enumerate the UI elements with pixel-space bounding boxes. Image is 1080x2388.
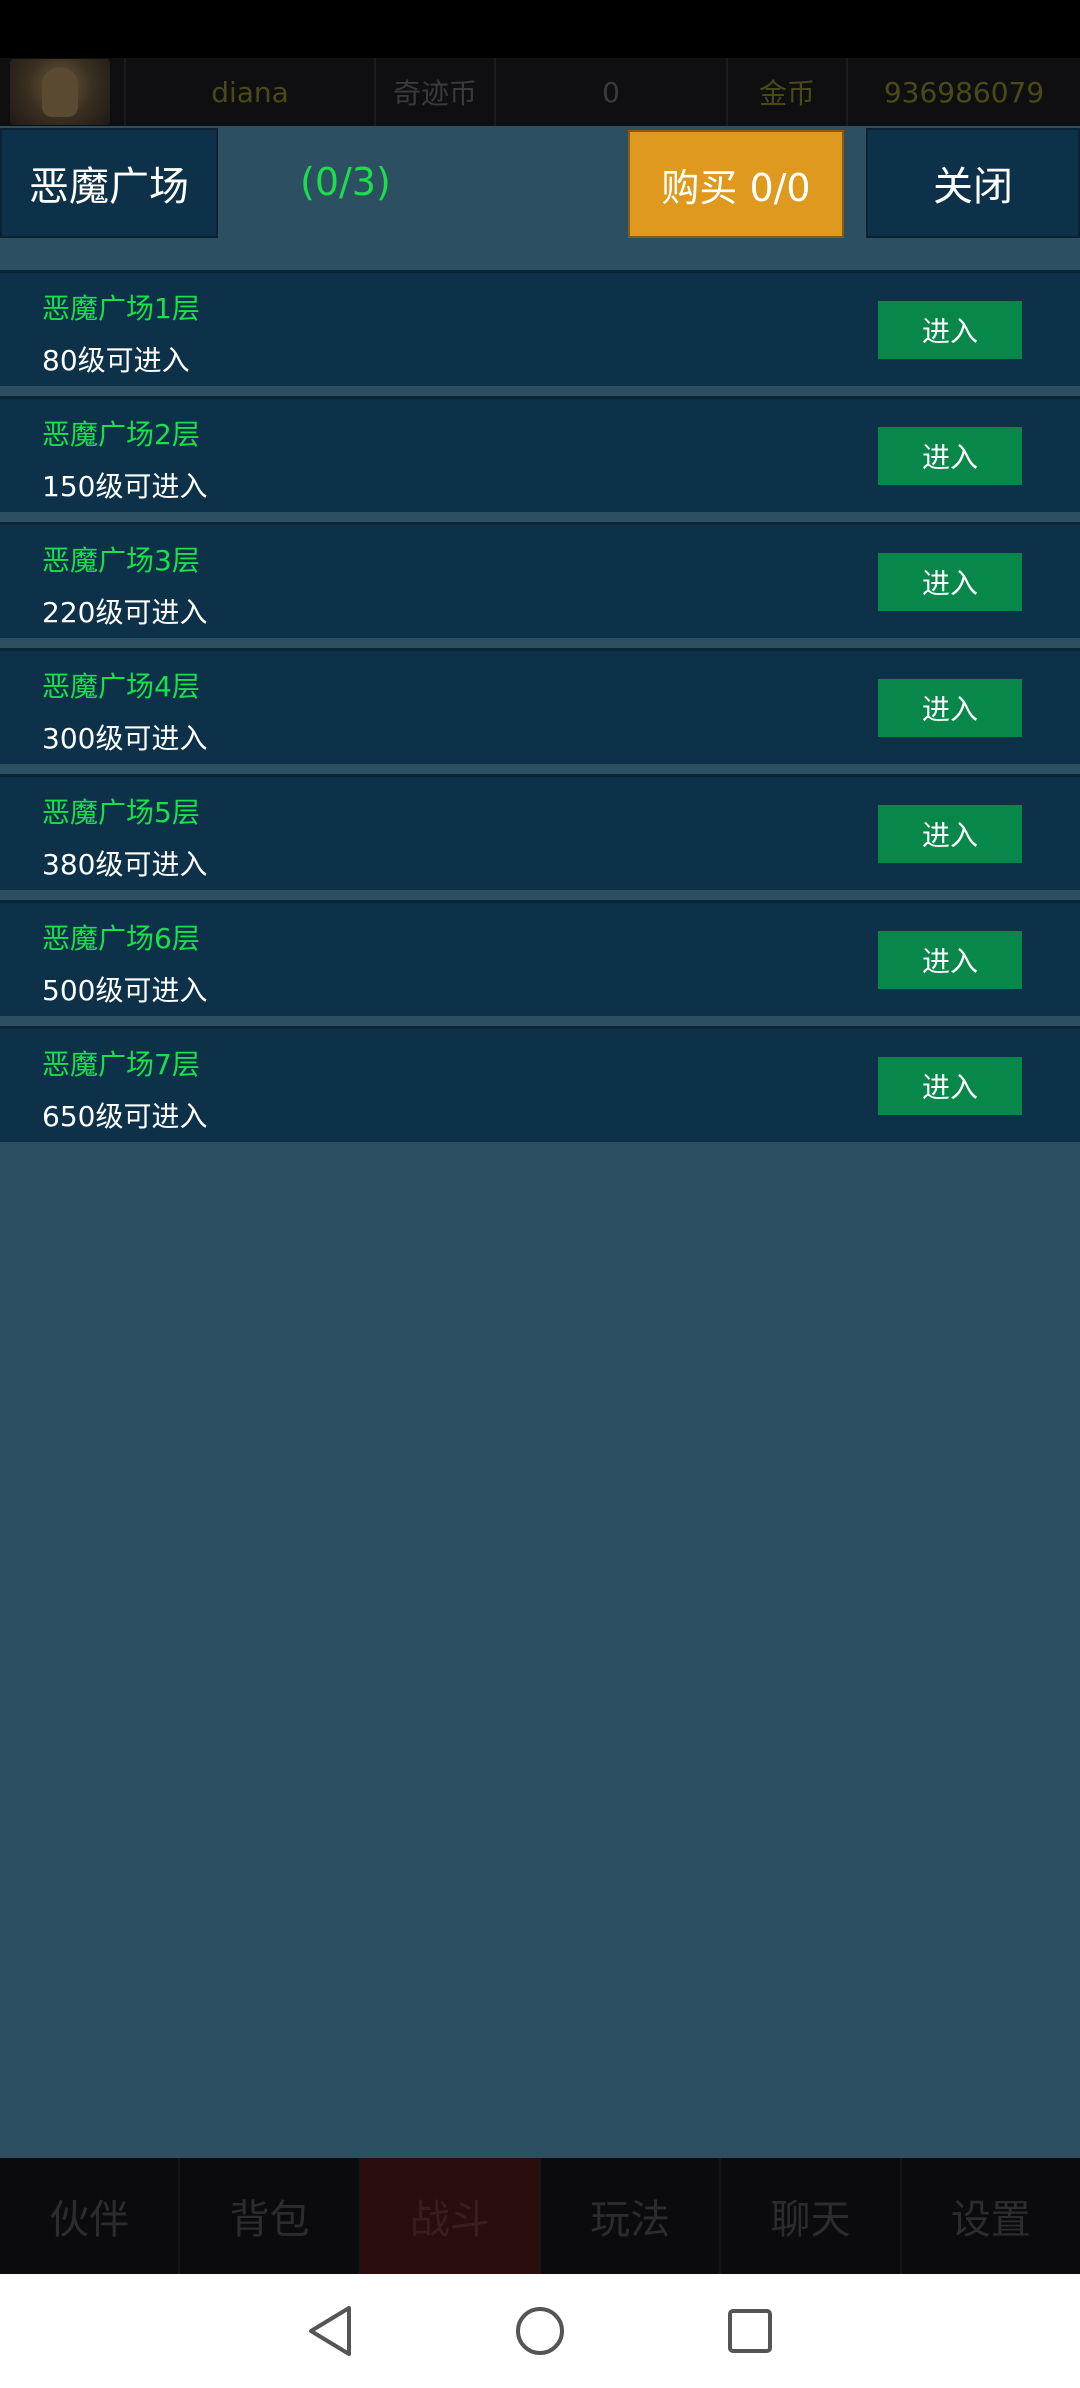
top-info-bar: diana 奇迹币 0 金币 936986079: [0, 58, 1080, 126]
demon-square-dialog: 恶魔广场 (0/3) 购买 0/0 关闭 恶魔广场1层 80级可进入 进入 恶魔…: [0, 126, 1080, 2158]
floor-row-4: 恶魔广场4层 300级可进入 进入: [0, 648, 1080, 764]
floor-requirement: 220级可进入: [42, 596, 208, 629]
floor-requirement: 300级可进入: [42, 722, 208, 755]
floor-name: 恶魔广场7层: [42, 1048, 200, 1081]
enter-button[interactable]: 进入: [878, 805, 1022, 863]
status-bar: [0, 0, 1080, 58]
floor-requirement: 380级可进入: [42, 848, 208, 881]
buy-button[interactable]: 购买 0/0: [628, 130, 844, 238]
screen: diana 奇迹币 0 金币 936986079 恶魔广场 (0/3) 购买 0…: [0, 0, 1080, 2388]
tab-partner[interactable]: 伙伴: [0, 2158, 181, 2274]
avatar-cell: [0, 58, 126, 126]
currency1-label: 奇迹币: [376, 58, 496, 126]
floor-requirement: 500级可进入: [42, 974, 208, 1007]
system-nav-bar: [0, 2274, 1080, 2388]
floor-name: 恶魔广场4层: [42, 670, 200, 703]
enter-button[interactable]: 进入: [878, 1057, 1022, 1115]
enter-button[interactable]: 进入: [878, 301, 1022, 359]
back-triangle-icon[interactable]: [300, 2301, 360, 2361]
floor-name: 恶魔广场1层: [42, 292, 200, 325]
dialog-header: 恶魔广场 (0/3) 购买 0/0 关闭: [0, 126, 1080, 240]
floor-name: 恶魔广场2层: [42, 418, 200, 451]
floor-requirement: 80级可进入: [42, 344, 190, 377]
floor-name: 恶魔广场6层: [42, 922, 200, 955]
tab-settings[interactable]: 设置: [902, 2158, 1080, 2274]
tab-chat[interactable]: 聊天: [721, 2158, 902, 2274]
currency1-value: 0: [496, 58, 728, 126]
floor-requirement: 150级可进入: [42, 470, 208, 503]
currency2-label: 金币: [728, 58, 848, 126]
username: diana: [126, 58, 376, 126]
currency2-value: 936986079: [883, 75, 1045, 109]
close-button[interactable]: 关闭: [866, 128, 1080, 238]
floor-list: 恶魔广场1层 80级可进入 进入 恶魔广场2层 150级可进入 进入 恶魔广场3…: [0, 270, 1080, 1152]
floor-row-3: 恶魔广场3层 220级可进入 进入: [0, 522, 1080, 638]
bottom-tab-bar: 伙伴 背包 战斗 玩法 聊天 设置: [0, 2158, 1080, 2274]
floor-row-7: 恶魔广场7层 650级可进入 进入: [0, 1026, 1080, 1142]
home-circle-icon[interactable]: [510, 2301, 570, 2361]
floor-row-1: 恶魔广场1层 80级可进入 进入: [0, 270, 1080, 386]
floor-row-5: 恶魔广场5层 380级可进入 进入: [0, 774, 1080, 890]
enter-button[interactable]: 进入: [878, 427, 1022, 485]
avatar: [10, 59, 110, 125]
floor-requirement: 650级可进入: [42, 1100, 208, 1133]
floor-name: 恶魔广场5层: [42, 796, 200, 829]
recents-square-icon[interactable]: [720, 2301, 780, 2361]
tab-battle[interactable]: 战斗: [360, 2158, 541, 2274]
tab-gameplay[interactable]: 玩法: [541, 2158, 722, 2274]
floor-row-6: 恶魔广场6层 500级可进入 进入: [0, 900, 1080, 1016]
entry-count: (0/3): [300, 160, 391, 204]
enter-button[interactable]: 进入: [878, 553, 1022, 611]
enter-button[interactable]: 进入: [878, 679, 1022, 737]
floor-row-2: 恶魔广场2层 150级可进入 进入: [0, 396, 1080, 512]
floor-name: 恶魔广场3层: [42, 544, 200, 577]
tab-bag[interactable]: 背包: [180, 2158, 361, 2274]
enter-button[interactable]: 进入: [878, 931, 1022, 989]
dialog-title: 恶魔广场: [0, 128, 218, 238]
